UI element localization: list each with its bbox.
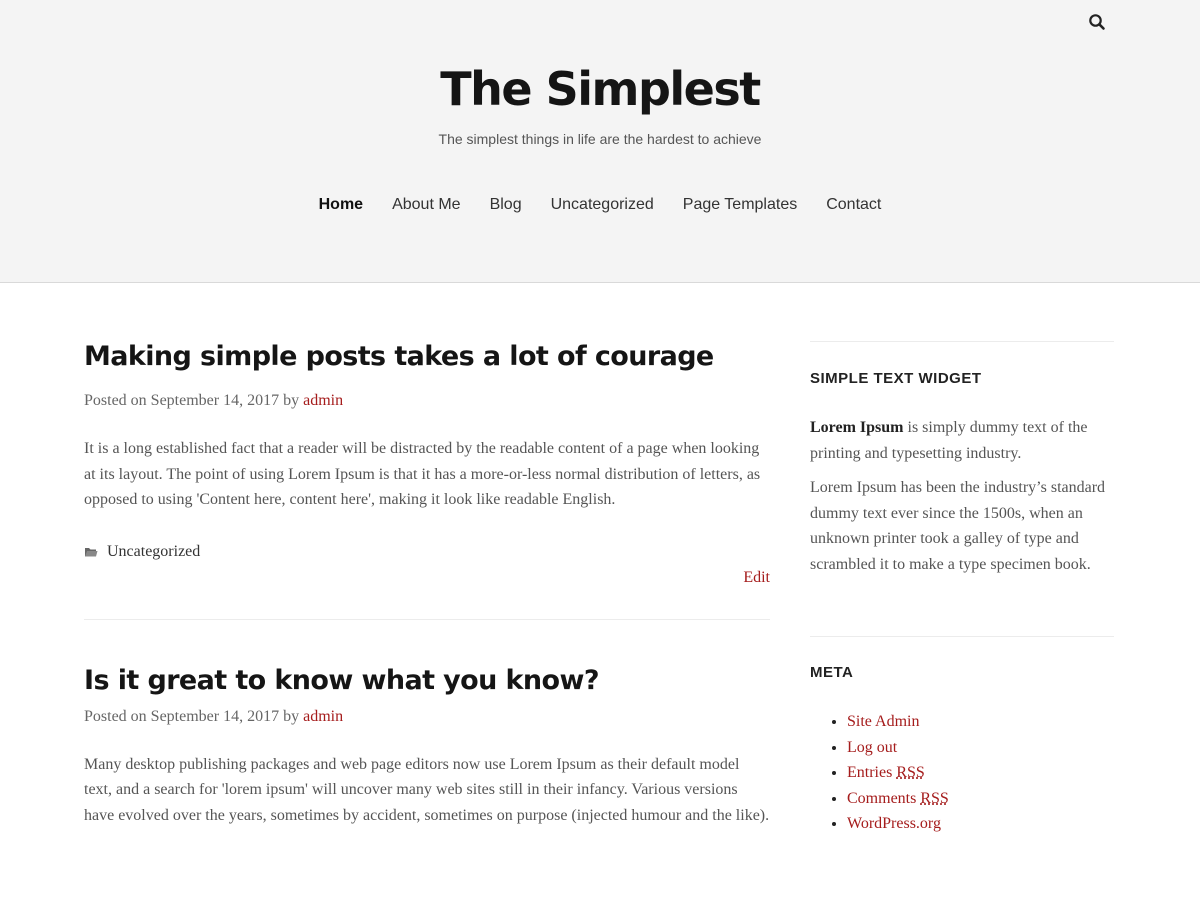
rss-abbr: RSS (896, 764, 925, 781)
list-item: Comments RSS (847, 786, 1114, 812)
post-category: Uncategorized (84, 541, 770, 563)
list-item: Entries RSS (847, 760, 1114, 786)
post-title[interactable]: Is it great to know what you know? (84, 663, 770, 699)
post: Is it great to know what you know? Poste… (84, 663, 770, 829)
link-text: Comments (847, 789, 921, 807)
meta-list: Site Admin Log out Entries RSS Comments … (810, 709, 1114, 837)
post-excerpt: Many desktop publishing packages and web… (84, 755, 770, 824)
link-text: Entries (847, 764, 897, 781)
posted-on-label: Posted on (84, 707, 147, 725)
posted-on-label: Posted on (84, 392, 147, 409)
post-title[interactable]: Making simple posts takes a lot of coura… (84, 339, 770, 375)
post-author-link[interactable]: admin (303, 708, 343, 725)
widget-divider (810, 636, 1114, 637)
log-out-link[interactable]: Log out (847, 739, 897, 756)
widget-paragraph: Lorem Ipsum has been the industry’s stan… (810, 479, 1106, 573)
folder-icon (85, 547, 98, 556)
list-item: Log out (847, 735, 1114, 761)
list-item: WordPress.org (847, 811, 1114, 837)
post-divider (84, 618, 770, 620)
post-date[interactable]: September 14, 2017 (151, 708, 279, 725)
site-admin-link[interactable]: Site Admin (847, 713, 919, 730)
nav-item-page-templates[interactable]: Page Templates (683, 194, 797, 216)
widget-paragraph: Lorem Ipsum is simply dummy text of the … (810, 415, 1114, 466)
search-button[interactable] (1086, 11, 1108, 33)
rss-abbr: RSS (920, 789, 949, 807)
post-author-link[interactable]: admin (303, 392, 343, 409)
category-link[interactable]: Uncategorized (107, 541, 200, 563)
site-title[interactable]: The Simplest (0, 58, 1200, 120)
post-excerpt: It is a long established fact that a rea… (84, 440, 761, 508)
entries-rss-link[interactable]: Entries RSS (847, 764, 925, 781)
wordpress-org-link[interactable]: WordPress.org (847, 815, 941, 832)
post-date[interactable]: September 14, 2017 (151, 392, 279, 409)
site-header: The Simplest The simplest things in life… (0, 0, 1200, 283)
primary-nav: Home About Me Blog Uncategorized Page Te… (0, 194, 1200, 216)
main-content: Making simple posts takes a lot of coura… (84, 283, 770, 828)
nav-item-contact[interactable]: Contact (826, 194, 881, 216)
nav-item-home[interactable]: Home (319, 194, 363, 216)
site-description: The simplest things in life are the hard… (438, 131, 762, 147)
widget-divider (810, 341, 1114, 342)
widget-title: META (810, 664, 854, 681)
nav-item-about-me[interactable]: About Me (392, 194, 460, 216)
list-item: Site Admin (847, 709, 1114, 735)
search-icon (1089, 14, 1105, 30)
post-meta: Posted on September 14, 2017 by admin (84, 390, 770, 412)
post-meta: Posted on September 14, 2017 by admin (84, 706, 770, 728)
by-label: by (283, 707, 300, 725)
text-widget: SIMPLE TEXT WIDGET Lorem Ipsum is simply… (810, 369, 1114, 577)
edit-link[interactable]: Edit (84, 567, 770, 589)
post: Making simple posts takes a lot of coura… (84, 339, 770, 589)
widget-bold-text: Lorem Ipsum (810, 419, 904, 436)
comments-rss-link[interactable]: Comments RSS (847, 790, 949, 807)
meta-widget: META Site Admin Log out Entries RSS Comm… (810, 663, 1114, 837)
sidebar: SIMPLE TEXT WIDGET Lorem Ipsum is simply… (810, 283, 1114, 837)
by-label: by (283, 392, 300, 409)
widget-title: SIMPLE TEXT WIDGET (810, 370, 982, 387)
nav-item-uncategorized[interactable]: Uncategorized (551, 194, 654, 216)
nav-item-blog[interactable]: Blog (490, 194, 522, 216)
